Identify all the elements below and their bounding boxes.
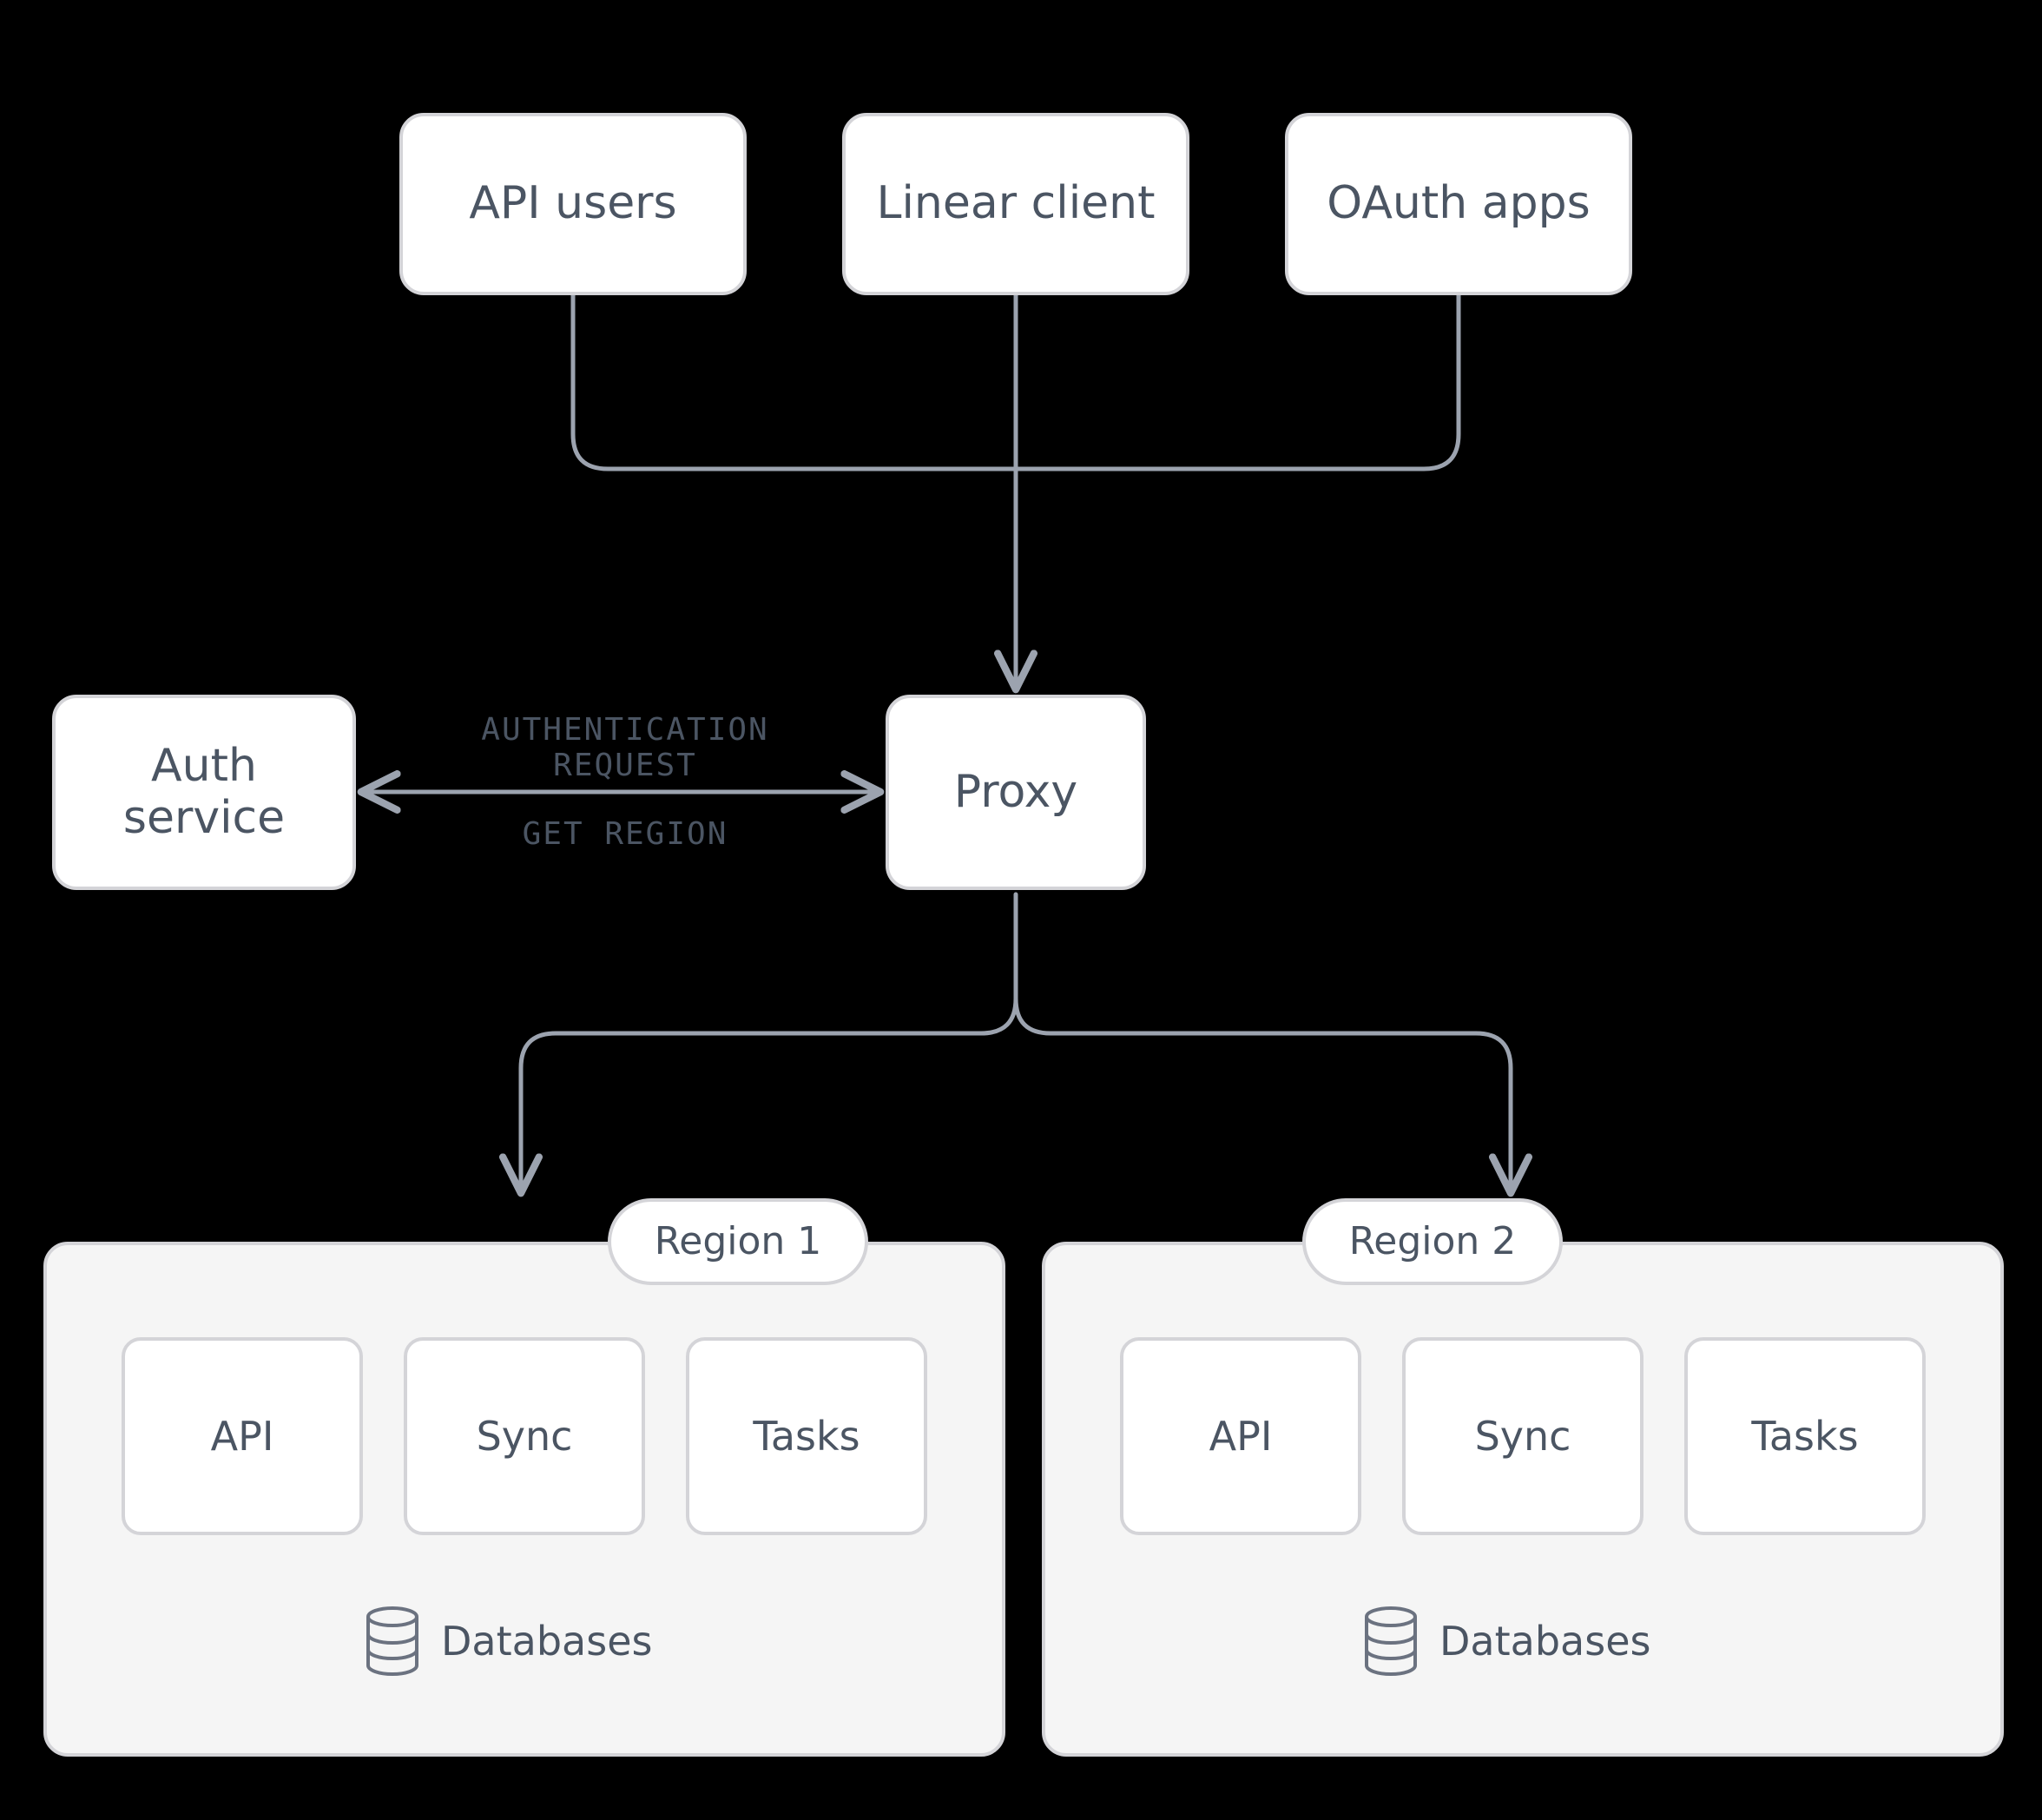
region-1-sync-label: Sync xyxy=(477,1413,573,1460)
region-1-db-label: Databases xyxy=(441,1618,652,1665)
node-api-users: API users xyxy=(399,113,747,295)
region-2-service-api: API xyxy=(1120,1337,1361,1535)
region-1-title-pill: Region 1 xyxy=(608,1198,868,1285)
region-2-service-tasks: Tasks xyxy=(1684,1337,1926,1535)
node-oauth-apps: OAuth apps xyxy=(1285,113,1632,295)
architecture-diagram: { "clients": { "api_users": "API users",… xyxy=(0,0,2042,1820)
linear-client-label: Linear client xyxy=(877,178,1156,230)
edge-auth-bottom-line: GET REGION xyxy=(399,816,851,852)
proxy-label: Proxy xyxy=(954,767,1077,819)
database-icon xyxy=(365,1606,420,1676)
region-2-api-label: API xyxy=(1209,1413,1273,1460)
oauth-apps-label: OAuth apps xyxy=(1327,178,1590,230)
region-2-sync-label: Sync xyxy=(1475,1413,1571,1460)
node-linear-client: Linear client xyxy=(842,113,1189,295)
region-1-title: Region 1 xyxy=(655,1220,822,1264)
edge-auth-bottom-label: GET REGION xyxy=(523,816,728,852)
region-2-db: Databases xyxy=(1363,1606,1650,1676)
edge-auth-top-label: AUTHENTICATION REQUEST xyxy=(481,712,768,783)
region-2-db-label: Databases xyxy=(1439,1618,1650,1665)
api-users-label: API users xyxy=(469,178,676,230)
region-1-service-tasks: Tasks xyxy=(686,1337,927,1535)
node-auth-service: Auth service xyxy=(52,695,356,890)
auth-service-label: Auth service xyxy=(123,741,285,845)
region-1-api-label: API xyxy=(211,1413,274,1460)
region-1-tasks-label: Tasks xyxy=(753,1413,860,1460)
node-proxy: Proxy xyxy=(886,695,1146,890)
database-icon xyxy=(1363,1606,1419,1676)
edge-auth-top-line: AUTHENTICATION REQUEST xyxy=(399,712,851,783)
region-1-service-api: API xyxy=(122,1337,363,1535)
region-2-title-pill: Region 2 xyxy=(1302,1198,1563,1285)
region-1-service-sync: Sync xyxy=(404,1337,645,1535)
region-2-tasks-label: Tasks xyxy=(1751,1413,1858,1460)
region-1-db: Databases xyxy=(365,1606,652,1676)
region-2-service-sync: Sync xyxy=(1402,1337,1643,1535)
region-2-title: Region 2 xyxy=(1349,1220,1517,1264)
